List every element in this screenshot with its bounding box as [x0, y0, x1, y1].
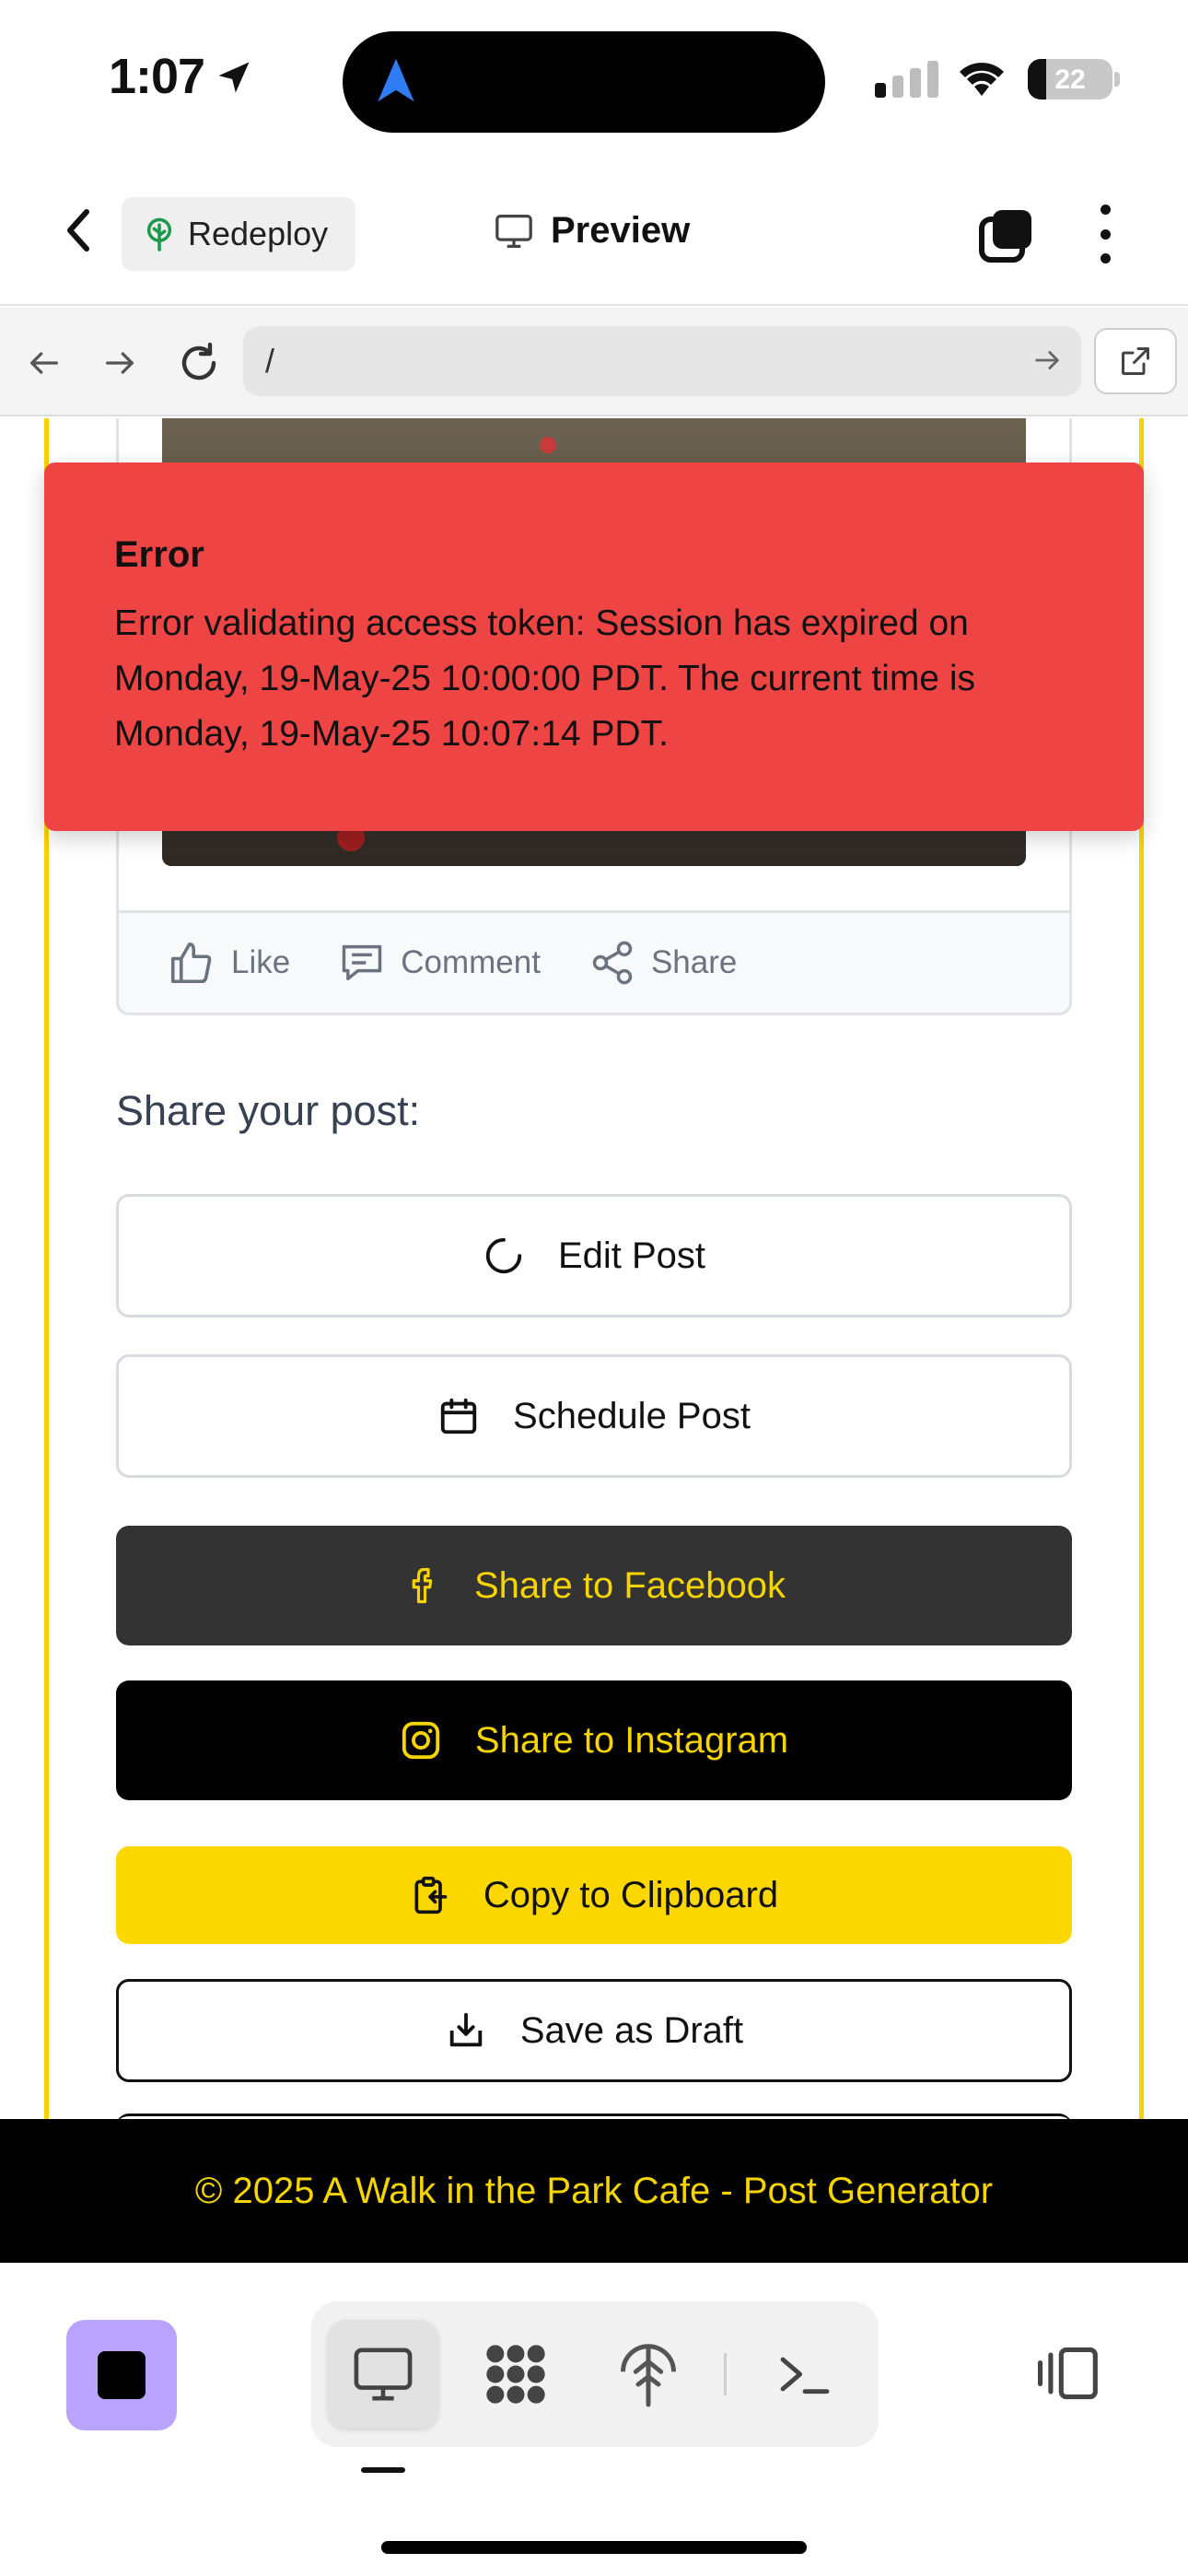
preview-view-button[interactable] — [328, 2320, 438, 2429]
edit-post-button[interactable]: Edit Post — [116, 1194, 1072, 1317]
error-toast[interactable]: Error Error validating access token: Ses… — [44, 463, 1144, 831]
monitor-icon — [495, 214, 532, 248]
open-external-button[interactable] — [1094, 328, 1177, 394]
layout-toggle-button[interactable] — [1030, 2336, 1103, 2410]
error-message: Error validating access token: Session h… — [114, 603, 975, 754]
arrow-right-icon — [106, 352, 134, 374]
go-arrow-icon[interactable] — [1031, 345, 1063, 376]
monitor-icon — [354, 2348, 413, 2401]
view-switcher — [311, 2301, 879, 2447]
share-instagram-label: Share to Instagram — [474, 1719, 789, 1761]
browser-back-button[interactable] — [20, 339, 68, 387]
status-time: 1:07 — [109, 49, 205, 104]
panel-layout-icon — [1037, 2347, 1098, 2400]
url-input[interactable]: / — [243, 326, 1081, 396]
schedule-post-button[interactable]: Schedule Post — [116, 1354, 1072, 1478]
download-icon — [449, 2012, 483, 2047]
active-tab-indicator — [361, 2467, 405, 2473]
browser-toolbar: / — [0, 308, 1188, 416]
clipboard-icon — [414, 1876, 448, 1914]
home-indicator — [381, 2541, 807, 2554]
comment-label: Comment — [401, 944, 541, 980]
stop-icon — [98, 2351, 146, 2399]
workspace-view-button[interactable] — [460, 2320, 571, 2429]
preview-selector[interactable]: Preview — [494, 210, 690, 252]
share-button[interactable]: Share — [588, 939, 737, 987]
terminal-icon — [780, 2357, 830, 2395]
share-instagram-button[interactable]: Share to Instagram — [116, 1680, 1072, 1800]
share-facebook-label: Share to Facebook — [474, 1564, 786, 1606]
battery-cap — [1114, 72, 1120, 87]
battery-level: 22 — [1054, 64, 1086, 95]
location-arrow-icon — [218, 62, 250, 93]
post-action-bar: Like Comment Share — [116, 910, 1072, 1015]
comment-button[interactable]: Comment — [338, 939, 541, 987]
status-bar: 1:07 22 — [0, 0, 1188, 157]
tabs-icon[interactable] — [978, 206, 1035, 263]
comment-icon — [342, 944, 382, 981]
like-label: Like — [231, 944, 291, 980]
chevron-left-icon — [67, 209, 89, 252]
more-dot — [1100, 205, 1111, 215]
browser-forward-button[interactable] — [96, 339, 144, 387]
schedule-post-label: Schedule Post — [513, 1395, 751, 1436]
thumbs-up-icon — [170, 942, 212, 984]
image-detail — [540, 437, 556, 453]
wifi-icon — [960, 63, 1004, 96]
save-draft-button[interactable]: Save as Draft — [116, 1979, 1072, 2082]
toolbar-divider — [724, 2353, 727, 2395]
battery-icon: 22 — [1028, 59, 1112, 100]
reload-button[interactable] — [175, 339, 223, 387]
url-text: / — [265, 342, 275, 380]
share-label: Share — [650, 944, 738, 980]
share-heading: Share your post: — [116, 1087, 421, 1134]
arrow-left-icon — [30, 352, 58, 374]
navigation-arrow-icon — [378, 58, 414, 102]
grid-blob-icon — [486, 2345, 545, 2404]
like-button[interactable]: Like — [167, 938, 290, 988]
footer-text: © 2025 A Walk in the Park Cafe - Post Ge… — [194, 2170, 994, 2211]
more-dot — [1100, 228, 1111, 240]
more-menu-button[interactable] — [1092, 205, 1118, 263]
app-header: Redeploy Preview — [0, 157, 1188, 306]
more-dot — [1100, 253, 1111, 263]
deploy-view-button[interactable] — [593, 2320, 704, 2429]
loader-icon — [485, 1237, 522, 1274]
tree-icon — [146, 217, 172, 252]
deploy-tree-icon — [621, 2344, 676, 2407]
share-facebook-button[interactable]: Share to Facebook — [116, 1526, 1072, 1645]
page-footer: © 2025 A Walk in the Park Cafe - Post Ge… — [0, 2119, 1188, 2263]
copy-clipboard-label: Copy to Clipboard — [483, 1874, 779, 1915]
edit-post-label: Edit Post — [557, 1235, 706, 1276]
facebook-icon — [412, 1567, 433, 1604]
cellular-signal-icon — [875, 61, 938, 98]
console-view-button[interactable] — [750, 2320, 860, 2429]
reload-icon — [181, 342, 216, 381]
calendar-icon — [440, 1398, 477, 1434]
back-button[interactable] — [55, 205, 101, 256]
error-title: Error — [114, 534, 204, 575]
external-link-icon — [1122, 347, 1149, 375]
preview-label: Preview — [551, 210, 691, 251]
redeploy-label: Redeploy — [188, 215, 329, 252]
save-draft-label: Save as Draft — [519, 2009, 744, 2051]
share-icon — [592, 941, 633, 985]
bottom-toolbar — [0, 2263, 1188, 2576]
instagram-icon — [402, 1721, 440, 1760]
copy-clipboard-button[interactable]: Copy to Clipboard — [116, 1846, 1072, 1944]
stop-button[interactable] — [66, 2320, 177, 2430]
redeploy-button[interactable]: Redeploy — [122, 197, 355, 271]
